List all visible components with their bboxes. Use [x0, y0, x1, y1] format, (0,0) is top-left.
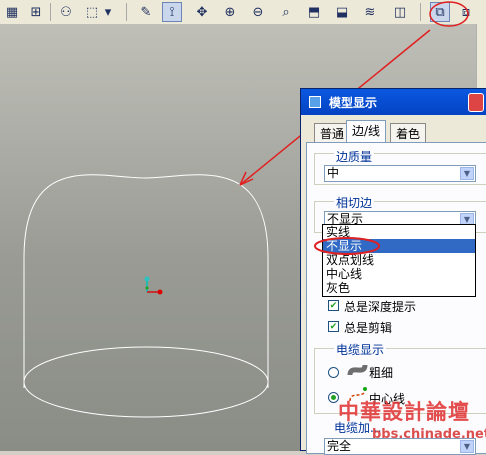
cylinder-base-ellipse [23, 346, 269, 418]
coordinate-system-icon [144, 276, 163, 295]
annotation-ellipse-option [314, 237, 380, 255]
watermark-title: 中華設計論壇 [338, 400, 470, 424]
edge-quality-select[interactable]: 中 ▼ [324, 165, 476, 182]
tab-edges-lines[interactable]: 边/线 [346, 120, 387, 143]
dropdown-option[interactable]: 灰色 [323, 281, 475, 295]
clipping-checkbox[interactable]: ✔ [328, 321, 339, 332]
dropdown-option[interactable]: 中心线 [323, 267, 475, 281]
cylinder-wireframe [23, 174, 269, 418]
cable-thick-label: 粗细 [369, 366, 394, 380]
dialog-titlebar[interactable]: 模型显示 [301, 89, 486, 115]
tangent-edges-label: 相切边 [334, 194, 375, 211]
clipping-label: 总是剪辑 [344, 321, 393, 335]
dialog-title: 模型显示 [329, 95, 378, 110]
annotation-ellipse-toolbar [429, 1, 469, 27]
dialog-app-icon [309, 96, 321, 108]
depth-cue-label: 总是深度提示 [344, 300, 417, 314]
watermark-url: bbs.chinade.net [372, 427, 486, 442]
edge-quality-label: 边质量 [334, 148, 375, 165]
cable-thick-radio[interactable] [328, 367, 339, 378]
tab-general[interactable]: 普通 [314, 123, 351, 142]
close-button[interactable] [468, 93, 484, 112]
cable-display-label: 电缆显示 [334, 341, 387, 358]
tab-shading[interactable]: 着色 [390, 123, 427, 142]
depth-cue-checkbox[interactable]: ✔ [328, 300, 339, 311]
edge-quality-value: 中 [327, 166, 340, 180]
chevron-down-icon[interactable]: ▼ [460, 167, 474, 180]
cable-thick-icon [347, 364, 368, 376]
